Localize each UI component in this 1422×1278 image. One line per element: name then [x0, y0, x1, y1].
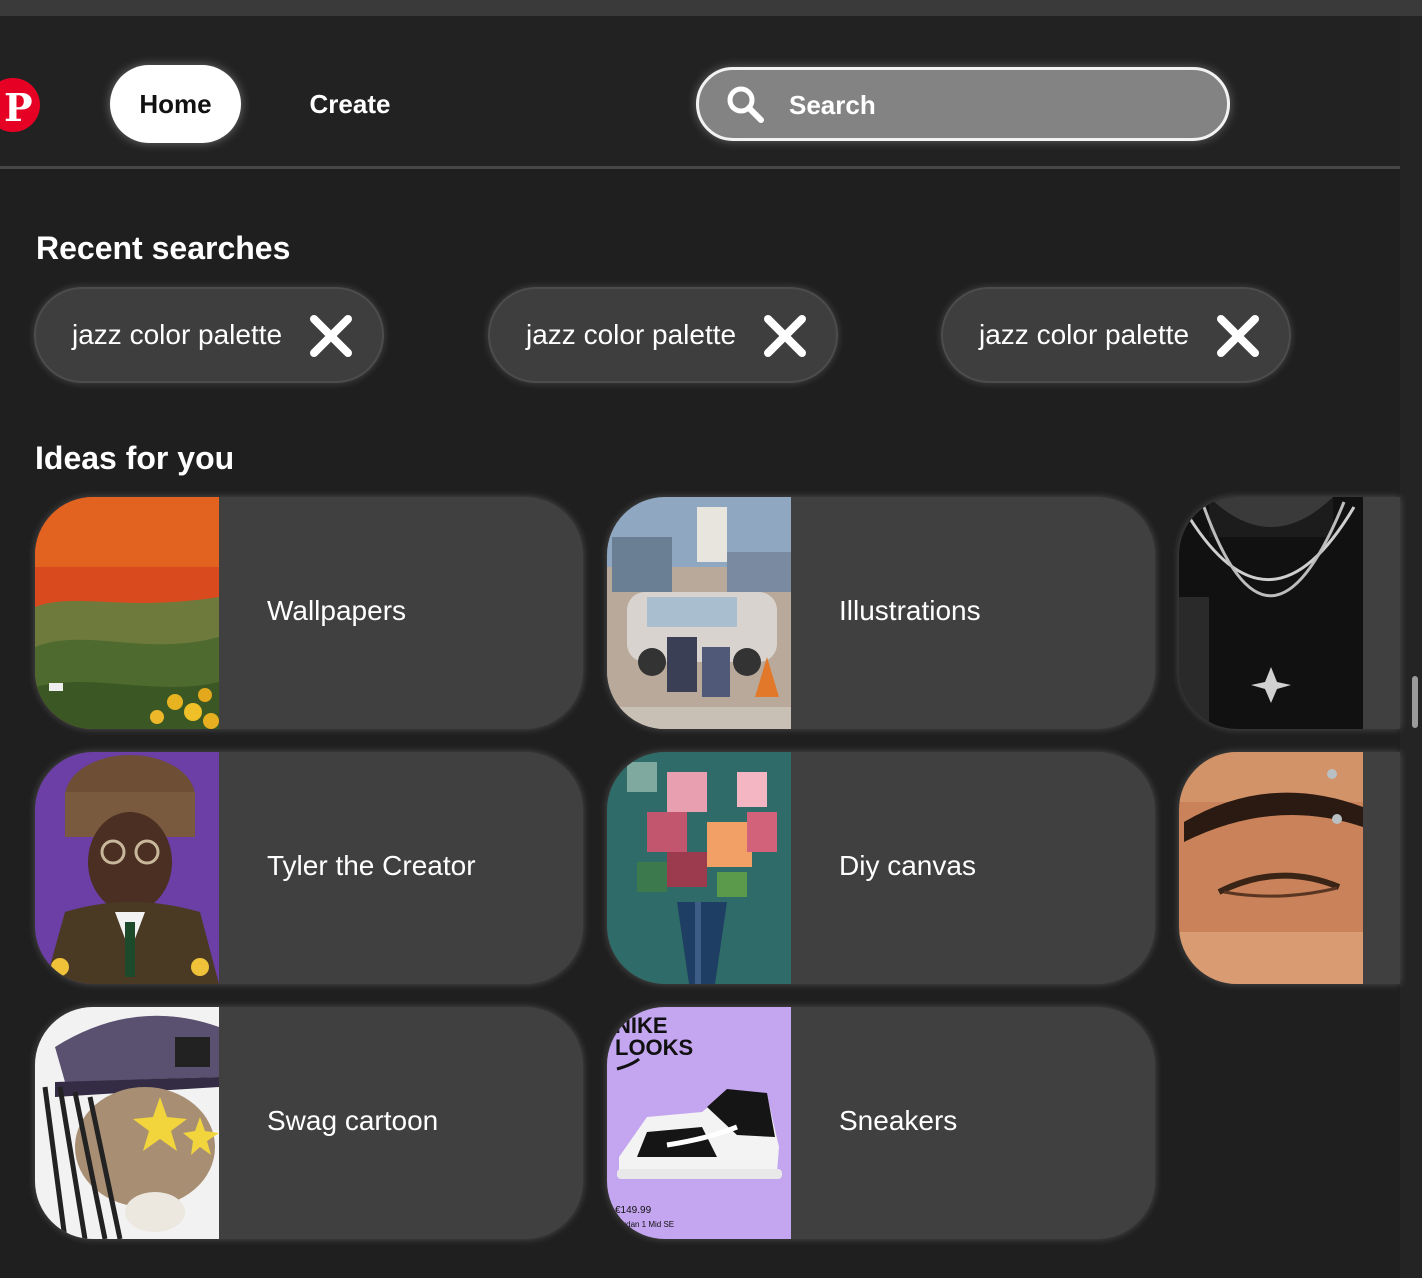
- search-input[interactable]: [787, 80, 1191, 130]
- scrollbar[interactable]: [1400, 16, 1422, 1278]
- nav-home-button[interactable]: Home: [110, 65, 241, 143]
- recent-search-label: jazz color palette: [526, 319, 737, 350]
- pinterest-logo-icon[interactable]: P: [0, 78, 40, 132]
- sneakers-price-text: €149.99: [615, 1205, 652, 1216]
- jewelry-thumbnail: [1179, 497, 1363, 729]
- idea-card-eyebrow-piercing[interactable]: [1179, 752, 1400, 984]
- wallpapers-thumbnail: [35, 497, 219, 729]
- idea-label: Diy canvas: [839, 850, 976, 881]
- idea-card-tyler-the-creator[interactable]: Tyler the Creator: [35, 752, 583, 984]
- search-icon: [727, 86, 764, 123]
- close-icon[interactable]: [762, 313, 808, 359]
- idea-card-diy-canvas[interactable]: Diy canvas: [607, 752, 1155, 984]
- scrollbar-thumb[interactable]: [1412, 676, 1418, 728]
- recent-search-label: jazz color palette: [72, 319, 283, 350]
- idea-card-sneakers[interactable]: NIKE LOOKS €149.99 Jordan 1 Mid SE Sneak…: [607, 1007, 1155, 1239]
- swag-cartoon-thumbnail: [35, 1007, 219, 1239]
- recent-searches-heading: Recent searches: [36, 230, 291, 266]
- idea-card-illustrations[interactable]: Illustrations: [607, 497, 1155, 729]
- illustrations-thumbnail: [607, 497, 791, 729]
- recent-search-chip[interactable]: jazz color palette: [34, 287, 384, 383]
- top-navigation-bar: P Home Create: [0, 16, 1400, 168]
- sneakers-product-text: Jordan 1 Mid SE: [615, 1220, 674, 1229]
- sneakers-tagline-text: LOOKS: [615, 1035, 693, 1060]
- recent-search-chip[interactable]: jazz color palette: [488, 287, 838, 383]
- ideas-heading: Ideas for you: [35, 440, 235, 476]
- sneakers-thumbnail: NIKE LOOKS €149.99 Jordan 1 Mid SE: [607, 1007, 791, 1239]
- nav-create-button[interactable]: Create: [280, 65, 420, 143]
- idea-label: Tyler the Creator: [267, 850, 476, 881]
- recent-search-label: jazz color palette: [979, 319, 1190, 350]
- search-bar[interactable]: [696, 67, 1230, 141]
- close-icon[interactable]: [308, 313, 354, 359]
- recent-search-chip[interactable]: jazz color palette: [941, 287, 1291, 383]
- header-divider: [0, 166, 1400, 169]
- tyler-the-creator-thumbnail: [35, 752, 219, 984]
- idea-card-jewelry[interactable]: [1179, 497, 1400, 729]
- idea-label: Illustrations: [839, 595, 981, 626]
- browser-top-strip: [0, 0, 1422, 16]
- idea-card-swag-cartoon[interactable]: Swag cartoon: [35, 1007, 583, 1239]
- idea-card-wallpapers[interactable]: Wallpapers: [35, 497, 583, 729]
- diy-canvas-thumbnail: [607, 752, 791, 984]
- idea-label: Wallpapers: [267, 595, 407, 626]
- close-icon[interactable]: [1215, 313, 1261, 359]
- idea-label: Swag cartoon: [267, 1105, 439, 1136]
- eyebrow-piercing-thumbnail: [1179, 752, 1363, 984]
- idea-label: Sneakers: [839, 1105, 958, 1136]
